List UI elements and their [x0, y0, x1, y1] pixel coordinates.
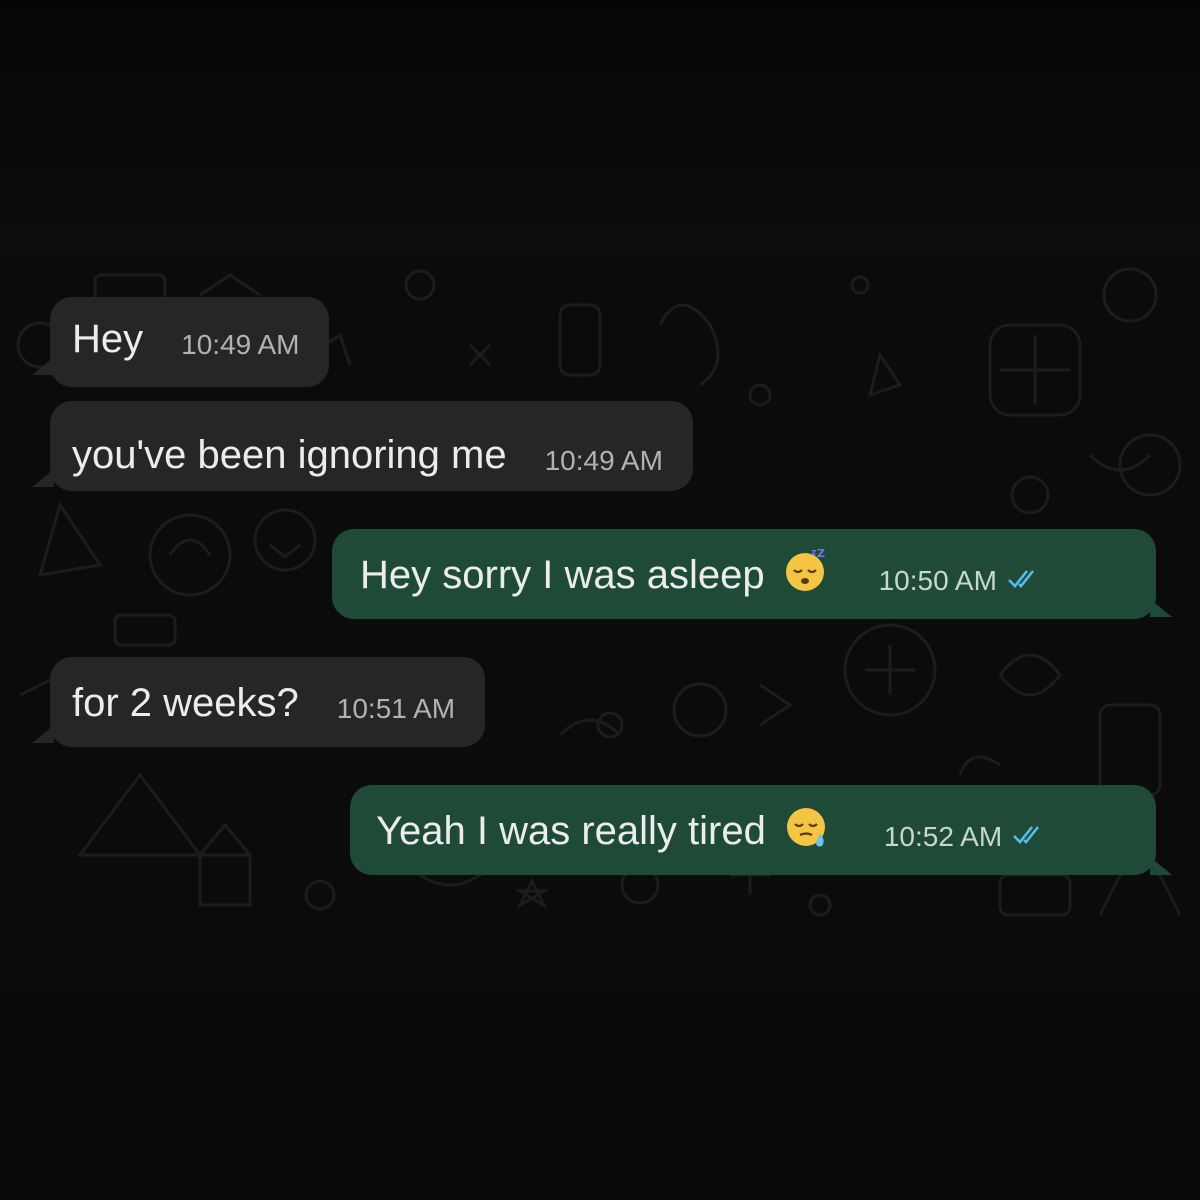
message-timestamp: 10:51 AM [336, 693, 456, 724]
svg-text:z: z [811, 548, 816, 558]
message-timestamp: 10:49 AM [544, 445, 663, 476]
message-bubble-incoming[interactable]: for 2 weeks? 10:51 AM [50, 657, 486, 747]
message-bubble-outgoing[interactable]: Yeah I was really tired 10:52 AM [350, 785, 1156, 875]
message-text: you've been ignoring me [72, 433, 507, 477]
chat-area[interactable]: Hey 10:49 AM you've been ignoring me 10:… [0, 255, 1200, 945]
sleepy-face-icon [784, 804, 830, 855]
message-text: Hey sorry I was asleep [360, 553, 765, 597]
screenshot-frame: Hey 10:49 AM you've been ignoring me 10:… [0, 0, 1200, 1200]
message-bubble-outgoing[interactable]: Hey sorry I was asleep z Z 10:50 AM [332, 529, 1156, 619]
message-text: for 2 weeks? [72, 681, 299, 725]
svg-text:Z: Z [817, 547, 825, 560]
message-timestamp: 10:52 AM [883, 821, 1003, 852]
message-timestamp: 10:49 AM [181, 329, 300, 360]
read-receipt-icon [1007, 568, 1039, 595]
message-timestamp: 10:50 AM [878, 565, 997, 596]
message-text: Hey [72, 317, 144, 361]
read-receipt-icon [1012, 824, 1044, 851]
sleeping-face-icon: z Z [783, 546, 827, 599]
message-bubble-incoming[interactable]: you've been ignoring me 10:49 AM [50, 401, 693, 491]
message-bubble-incoming[interactable]: Hey 10:49 AM [50, 297, 330, 387]
message-text: Yeah I was really tired [376, 809, 766, 853]
